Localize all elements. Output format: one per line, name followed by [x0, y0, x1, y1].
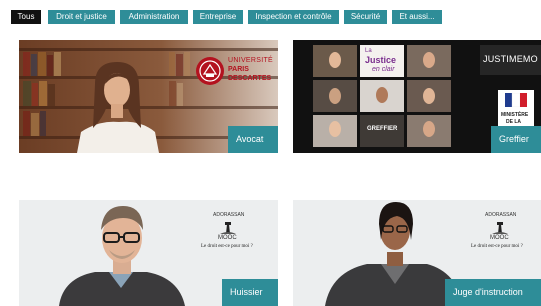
brand-main: Justice [365, 55, 397, 65]
brand-sub: en clair [372, 66, 395, 73]
filter-securite[interactable]: Sécurité [344, 10, 387, 24]
brand-top: La [365, 48, 372, 54]
card-label-greffier[interactable]: Greffier [491, 126, 541, 153]
video-card-juge-instruction[interactable]: ADORASSAN MOOC Le droit est-ce pour moi … [293, 200, 541, 306]
universite-paris-descartes-logo: UNIVERSITÉ PARIS DESCARTES [195, 54, 275, 88]
filter-inspection-et-controle[interactable]: Inspection et contrôle [248, 10, 339, 24]
justice-en-clair-logo: La Justice en clair [360, 45, 404, 77]
ministry-line-2: DE LA [506, 119, 521, 125]
card-label-juge-instruction[interactable]: Juge d'instruction [445, 279, 541, 306]
marianne-icon [505, 93, 527, 107]
mooc-tagline: Le droit est-ce pour moi ? [201, 244, 253, 249]
video-card-huissier[interactable]: ADORASSAN MOOC Le droit est-ce pour moi … [19, 200, 278, 306]
mooc-tagline: Le droit est-ce pour moi ? [471, 244, 523, 249]
logo-line-3: DESCARTES [228, 75, 272, 82]
mooc-top-text: ADORASSAN [485, 212, 517, 218]
mooc-top-text: ADORASSAN [213, 212, 245, 218]
filter-entreprise[interactable]: Entreprise [193, 10, 243, 24]
mooc-name: MOOC [218, 235, 237, 241]
justimemo-logo: JUSTIMEMO [483, 54, 538, 64]
filter-tous[interactable]: Tous [11, 10, 41, 24]
mooc-logo: ADORASSAN MOOC Le droit est-ce pour moi … [197, 212, 269, 264]
filter-administration[interactable]: Administration [120, 10, 188, 24]
logo-line-2: PARIS [228, 66, 249, 73]
video-card-greffier[interactable]: La Justice en clair GREFFIER JUSTIMEMO M… [293, 40, 541, 153]
university-seal-icon [196, 57, 224, 85]
lighthouse-icon [492, 222, 508, 234]
mooc-name: MOOC [490, 235, 509, 241]
mooc-logo: ADORASSAN MOOC Le droit est-ce pour moi … [469, 212, 541, 264]
filter-droit-et-justice[interactable]: Droit et justice [48, 10, 115, 24]
card-label-huissier[interactable]: Huissier [222, 279, 278, 306]
ministry-line-1: MINISTÈRE [501, 112, 529, 118]
filter-et-aussi[interactable]: Et aussi... [392, 10, 442, 24]
card-label-avocat[interactable]: Avocat [228, 126, 278, 153]
justimemo-panel: JUSTIMEMO [480, 45, 541, 75]
video-card-avocat[interactable]: UNIVERSITÉ PARIS DESCARTES Avocat [19, 40, 278, 153]
lighthouse-icon [220, 222, 236, 234]
logo-line-1: UNIVERSITÉ [228, 57, 274, 64]
greffier-tile-label: GREFFIER [367, 126, 398, 132]
category-filter-bar: Tous Droit et justice Administration Ent… [0, 0, 541, 30]
